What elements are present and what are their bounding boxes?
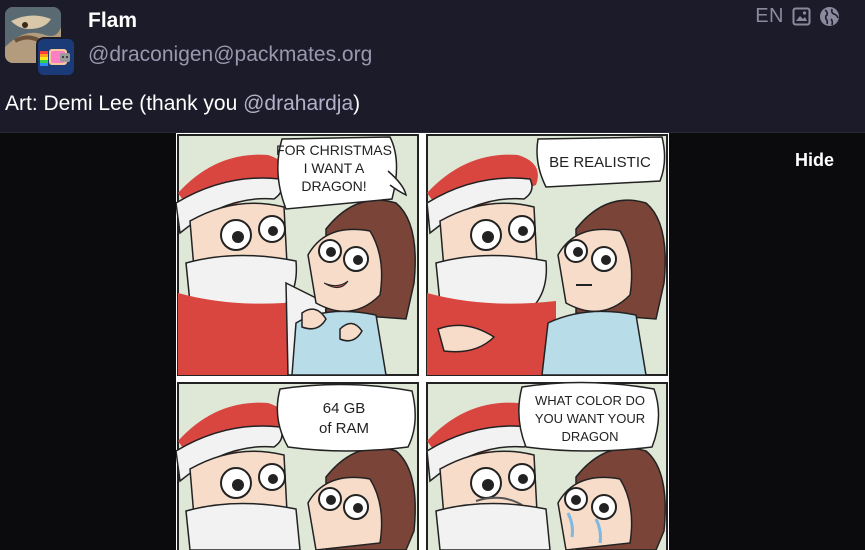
globe-icon[interactable] bbox=[819, 6, 840, 27]
bubble-1-line-2: I WANT A bbox=[304, 160, 365, 176]
account-sub-avatar bbox=[38, 39, 74, 75]
display-name[interactable]: Flam bbox=[88, 9, 137, 33]
comic-image[interactable]: FOR CHRISTMAS I WANT A DRAGON! BE REALIS… bbox=[176, 133, 669, 550]
bubble-4-line-1: WHAT COLOR DO bbox=[535, 393, 645, 408]
language-badge: EN bbox=[755, 5, 784, 27]
image-icon bbox=[792, 7, 811, 26]
bubble-4-line-2: YOU WANT YOUR bbox=[535, 411, 645, 426]
status-content: Art: Demi Lee (thank you @drahardja) bbox=[5, 92, 360, 116]
status-meta: EN bbox=[755, 5, 840, 28]
media-gallery: FOR CHRISTMAS I WANT A DRAGON! BE REALIS… bbox=[0, 132, 865, 550]
bubble-3-line-2: of RAM bbox=[319, 420, 369, 437]
content-text-end: ) bbox=[353, 92, 361, 115]
comic-panel-4: WHAT COLOR DO YOU WANT YOUR DRAGON bbox=[426, 381, 668, 550]
content-text: Art: Demi Lee (thank you bbox=[5, 92, 244, 115]
status-header: Flam @draconigen@packmates.org EN Art: D… bbox=[0, 0, 865, 132]
comic-panel-2: BE REALISTIC bbox=[426, 134, 668, 376]
avatar-group[interactable] bbox=[5, 7, 75, 75]
hide-media-button[interactable]: Hide bbox=[795, 150, 834, 171]
bubble-4-line-3: DRAGON bbox=[561, 429, 618, 444]
bubble-3-line-1: 64 GB bbox=[323, 400, 366, 417]
comic-panel-1: FOR CHRISTMAS I WANT A DRAGON! bbox=[176, 134, 419, 376]
mention-link[interactable]: @drahardja bbox=[243, 92, 353, 115]
comic-panel-3: 64 GB of RAM bbox=[176, 382, 419, 550]
bubble-1-line-1: FOR CHRISTMAS bbox=[276, 142, 392, 158]
bubble-1-line-3: DRAGON! bbox=[301, 178, 366, 194]
bubble-2-line-1: BE REALISTIC bbox=[549, 154, 651, 171]
account-handle[interactable]: @draconigen@packmates.org bbox=[88, 43, 372, 67]
